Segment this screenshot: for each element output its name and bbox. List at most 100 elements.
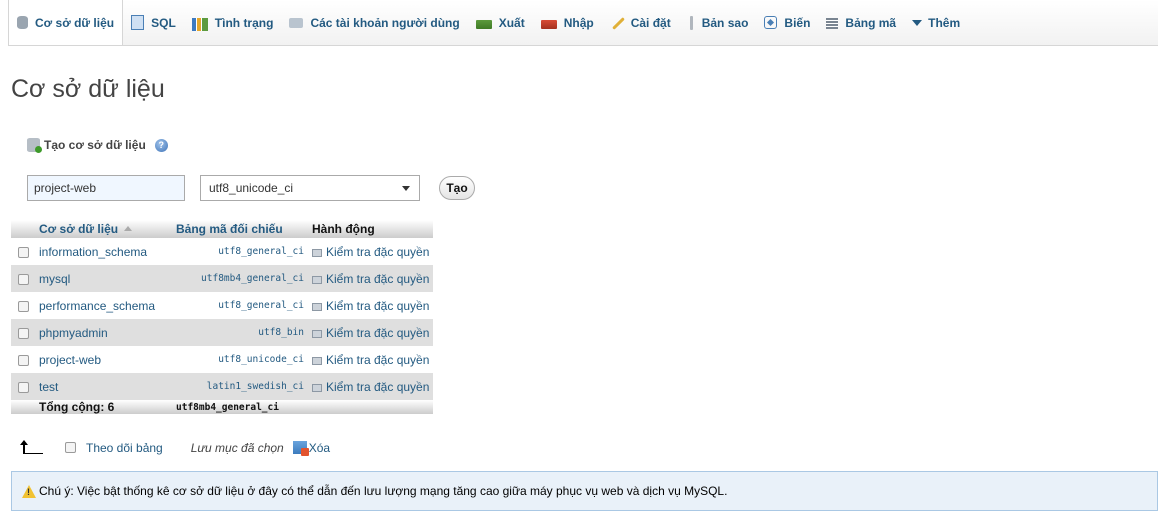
settings-icon [610,15,624,31]
delete-link[interactable]: Xóa [309,441,330,455]
tab-status[interactable]: Tình trạng [184,0,282,45]
total-empty-cell [308,400,434,414]
help-icon[interactable]: ? [154,138,168,152]
collation-cell: utf8_unicode_ci [172,346,308,373]
row-checkbox[interactable] [18,273,29,285]
sql-icon [131,15,145,30]
database-name-link[interactable]: phpmyadmin [35,319,172,346]
more-icon [912,15,923,31]
tab-charsets[interactable]: Bảng mã [818,0,904,45]
check-privileges-link[interactable]: Kiểm tra đặc quyền [308,346,434,373]
tab-import[interactable]: Nhập [533,0,602,45]
collation-cell: utf8_bin [172,319,308,346]
check-all-label[interactable]: Theo dõi bảng [86,441,163,455]
tab-more[interactable]: Thêm [904,0,968,45]
database-name-link[interactable]: mysql [35,265,172,292]
databases-table: Cơ sở dữ liệu Bảng mã đối chiếu Hành độn… [11,220,434,414]
header-checkbox-cell [11,220,35,238]
arrow-ltr-icon [19,440,43,455]
top-menu-bar: Cơ sở dữ liệu SQL Tình trạng Các tài kho… [8,0,1158,46]
tab-label: Cơ sở dữ liệu [35,15,115,30]
database-name-link[interactable]: information_schema [35,238,172,265]
tab-export[interactable]: Xuất [468,0,533,45]
database-name-input[interactable] [27,175,185,201]
privileges-icon [312,356,322,365]
tab-label: Tình trạng [214,15,274,30]
tab-user-accounts[interactable]: Các tài khoản người dùng [281,0,467,45]
collation-select[interactable]: utf8_unicode_ci [200,175,420,201]
total-count: Tổng cộng: 6 [35,400,172,414]
table-row: performance_schema utf8_general_ci Kiểm … [11,292,434,319]
header-action: Hành động [308,220,434,238]
tab-label: Cài đặt [630,15,671,30]
variables-icon [764,16,778,29]
notice-text: Chú ý: Việc bật thống kê cơ sở dữ liệu ở… [39,484,728,498]
replication-icon [687,15,695,31]
row-checkbox[interactable] [18,327,29,339]
status-icon [191,17,208,31]
table-row: project-web utf8_unicode_ci Kiểm tra đặc… [11,346,434,373]
row-checkbox-cell [11,373,35,400]
tab-sql[interactable]: SQL [123,0,184,45]
tab-variables[interactable]: Biến [756,0,818,45]
header-collation-label: Bảng mã đối chiếu [176,222,283,236]
row-checkbox-cell [11,319,35,346]
database-name-link[interactable]: project-web [35,346,172,373]
table-row: test latin1_swedish_ci Kiểm tra đặc quyề… [11,373,434,400]
delete-icon[interactable] [292,441,309,456]
warning-icon [22,484,36,498]
import-icon [540,20,557,29]
tab-label: Xuất [498,15,525,30]
header-collation[interactable]: Bảng mã đối chiếu [172,220,308,238]
new-database-icon [27,138,42,153]
table-row: mysql utf8mb4_general_ci Kiểm tra đặc qu… [11,265,434,292]
privileges-icon [312,248,322,257]
create-database-label: Tạo cơ sở dữ liệu [44,138,146,152]
check-privileges-link[interactable]: Kiểm tra đặc quyền [308,373,434,400]
header-database-label: Cơ sở dữ liệu [39,222,119,236]
check-privileges-link[interactable]: Kiểm tra đặc quyền [308,319,434,346]
table-header-row: Cơ sở dữ liệu Bảng mã đối chiếu Hành độn… [11,220,434,238]
tab-replication[interactable]: Bản sao [679,0,757,45]
header-database[interactable]: Cơ sở dữ liệu [35,220,172,238]
privileges-icon [312,329,322,338]
tab-label: Biến [784,15,811,30]
privileges-icon [312,302,322,311]
arrow-head [20,440,28,445]
tab-databases[interactable]: Cơ sở dữ liệu [8,0,124,45]
notice-box: Chú ý: Việc bật thống kê cơ sở dữ liệu ở… [11,471,1158,511]
row-checkbox[interactable] [18,300,29,312]
row-checkbox-cell [11,265,35,292]
database-name-link[interactable]: test [35,373,172,400]
tab-label: Các tài khoản người dùng [310,15,460,30]
check-privileges-label: Kiểm tra đặc quyền [326,271,430,286]
check-privileges-label: Kiểm tra đặc quyền [326,379,430,394]
collation-cell: latin1_swedish_ci [172,373,308,400]
database-icon [17,16,28,29]
tab-settings[interactable]: Cài đặt [602,0,679,45]
chevron-down-icon [402,186,410,191]
privileges-icon [312,275,322,284]
row-checkbox-cell [11,346,35,373]
check-privileges-label: Kiểm tra đặc quyền [326,298,430,313]
sort-asc-icon [124,226,133,231]
tab-label: Thêm [928,15,961,30]
check-privileges-label: Kiểm tra đặc quyền [326,352,430,367]
check-privileges-link[interactable]: Kiểm tra đặc quyền [308,238,434,265]
header-action-label: Hành động [312,222,375,236]
with-selected-label: Lưu mục đã chọn [190,440,284,455]
tab-label: Nhập [563,15,594,30]
row-checkbox[interactable] [18,354,29,366]
create-button[interactable]: Tạo [439,176,475,200]
table-total-row: Tổng cộng: 6 utf8mb4_general_ci [11,400,434,414]
check-privileges-label: Kiểm tra đặc quyền [326,244,430,259]
check-privileges-link[interactable]: Kiểm tra đặc quyền [308,265,434,292]
database-name-link[interactable]: performance_schema [35,292,172,319]
check-privileges-link[interactable]: Kiểm tra đặc quyền [308,292,434,319]
row-checkbox[interactable] [18,246,29,258]
check-all-checkbox[interactable] [65,442,76,453]
total-empty-cell [11,400,35,414]
bulk-actions: Theo dõi bảng Lưu mục đã chọn Xóa [19,440,330,456]
total-collation: utf8mb4_general_ci [172,400,308,414]
row-checkbox[interactable] [18,381,29,393]
